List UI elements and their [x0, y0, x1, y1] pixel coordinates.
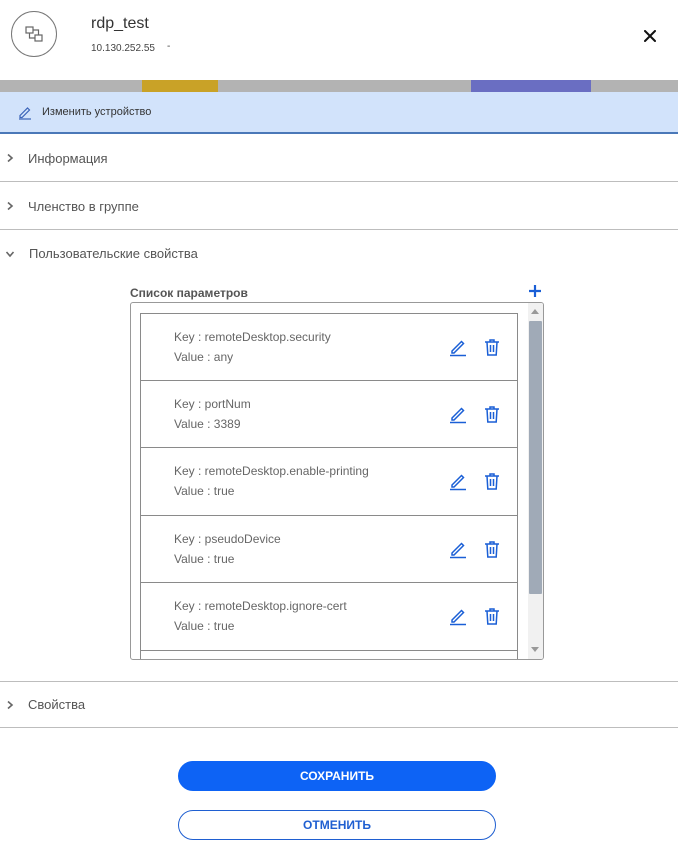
- edit-device-bar: Изменить устройство: [0, 92, 678, 134]
- close-icon: [644, 30, 656, 42]
- dialog-header: rdp_test 10.130.252.55 -: [0, 0, 678, 80]
- edit-param-button[interactable]: [448, 471, 468, 491]
- device-ip-suffix: -: [167, 41, 171, 52]
- section-group-membership[interactable]: Членство в группе: [0, 183, 678, 230]
- delete-param-button[interactable]: [482, 606, 502, 626]
- param-list[interactable]: Key : remoteDesktop.security Value : any…: [130, 302, 544, 660]
- param-value: Value : any: [174, 350, 234, 364]
- device-avatar: [11, 11, 57, 57]
- edit-param-button[interactable]: [448, 404, 468, 424]
- cancel-button[interactable]: ОТМЕНИТЬ: [178, 810, 496, 840]
- param-key: Key : remoteDesktop.ignore-cert: [174, 599, 347, 613]
- device-banner: [0, 80, 678, 92]
- delete-param-button[interactable]: [482, 337, 502, 357]
- scroll-up-arrow[interactable]: [531, 309, 539, 314]
- section-custom-title: Пользовательские свойства: [29, 246, 198, 261]
- section-info-title: Информация: [28, 150, 108, 166]
- section-properties-title: Свойства: [28, 697, 86, 712]
- trash-icon: [482, 606, 502, 626]
- device-ip: 10.130.252.55: [91, 43, 155, 54]
- param-key: Key : portNum: [174, 396, 251, 411]
- banner-block: [142, 80, 218, 92]
- plus-icon: [528, 284, 542, 298]
- pencil-icon: [448, 539, 468, 559]
- section-properties[interactable]: Свойства: [0, 681, 678, 728]
- pencil-icon: [448, 606, 468, 626]
- param-rows: Key : remoteDesktop.security Value : any…: [140, 313, 518, 659]
- network-device-icon: [25, 25, 43, 43]
- param-row: Key : remoteDesktop.security Value : any: [140, 313, 518, 381]
- edit-param-button[interactable]: [448, 337, 468, 357]
- save-button[interactable]: СОХРАНИТЬ: [178, 761, 496, 791]
- add-param-button[interactable]: [528, 284, 542, 298]
- chevron-right-icon: [5, 153, 15, 163]
- chevron-right-icon: [5, 700, 15, 710]
- pencil-icon: [448, 337, 468, 357]
- pencil-icon: [448, 404, 468, 424]
- param-value: Value : true: [174, 484, 235, 498]
- chevron-down-icon: [5, 249, 15, 259]
- pencil-icon: [17, 104, 33, 120]
- pencil-icon: [448, 471, 468, 491]
- scroll-down-arrow[interactable]: [531, 647, 539, 652]
- param-list-label: Список параметров: [130, 286, 248, 300]
- edit-param-button[interactable]: [448, 539, 468, 559]
- edit-device-label: Изменить устройство: [42, 106, 152, 118]
- param-row-partial: [140, 650, 518, 659]
- param-key: Key : remoteDesktop.enable-printing: [174, 464, 369, 478]
- param-list-scrollbar[interactable]: [528, 303, 543, 659]
- scroll-thumb[interactable]: [529, 321, 542, 594]
- delete-param-button[interactable]: [482, 404, 502, 424]
- banner-block: [471, 80, 591, 92]
- param-row: Key : pseudoDevice Value : true: [140, 515, 518, 583]
- trash-icon: [482, 404, 502, 424]
- close-button[interactable]: [640, 26, 660, 46]
- param-key: Key : remoteDesktop.security: [174, 330, 331, 344]
- param-value: Value : true: [174, 551, 235, 566]
- section-info[interactable]: Информация: [0, 135, 678, 182]
- section-group-title: Членство в группе: [28, 198, 139, 214]
- param-row: Key : portNum Value : 3389: [140, 380, 518, 448]
- param-row: Key : remoteDesktop.enable-printing Valu…: [140, 448, 518, 516]
- trash-icon: [482, 539, 502, 559]
- edit-param-button[interactable]: [448, 606, 468, 626]
- param-value: Value : 3389: [174, 416, 241, 431]
- trash-icon: [482, 337, 502, 357]
- chevron-right-icon: [5, 201, 15, 211]
- param-value: Value : true: [174, 619, 235, 633]
- param-row: Key : remoteDesktop.ignore-cert Value : …: [140, 583, 518, 651]
- delete-param-button[interactable]: [482, 471, 502, 491]
- device-title: rdp_test: [91, 15, 149, 32]
- delete-param-button[interactable]: [482, 539, 502, 559]
- section-custom-properties[interactable]: Пользовательские свойства: [0, 230, 678, 277]
- param-key: Key : pseudoDevice: [174, 531, 281, 546]
- trash-icon: [482, 471, 502, 491]
